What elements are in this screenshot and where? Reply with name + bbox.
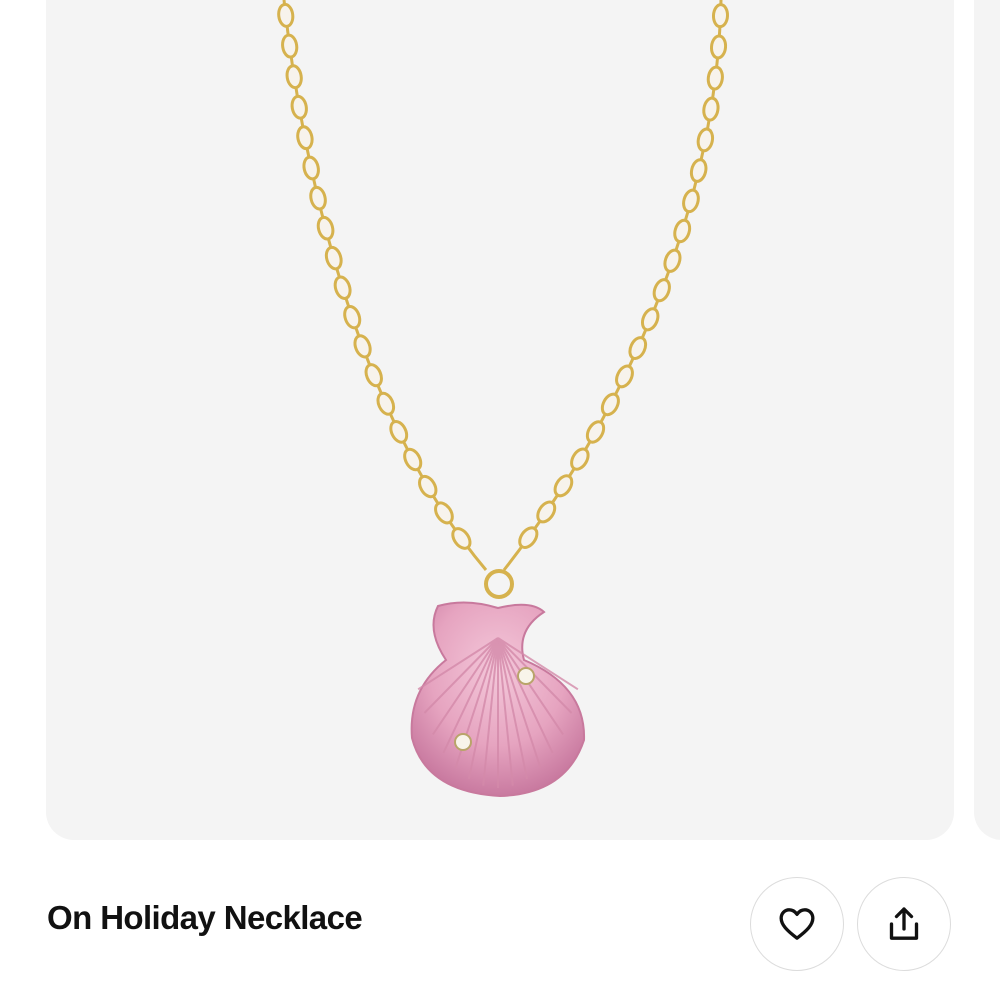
chain-stone bbox=[353, 334, 372, 359]
next-image-card[interactable] bbox=[974, 0, 1000, 840]
shell-pendant bbox=[410, 601, 586, 798]
chain-stone bbox=[277, 2, 295, 28]
chain-stone bbox=[615, 364, 634, 389]
chain-stone bbox=[518, 526, 539, 549]
chain-stone bbox=[296, 125, 314, 151]
favorite-button[interactable] bbox=[750, 877, 844, 971]
share-button[interactable] bbox=[857, 877, 951, 971]
chain-stone bbox=[281, 33, 299, 59]
necklace-chain-right bbox=[502, 0, 723, 571]
chain-stone bbox=[302, 155, 320, 181]
chain-stone bbox=[290, 94, 308, 120]
chain-stone bbox=[696, 127, 715, 153]
chain-stone bbox=[343, 305, 362, 330]
chain-stone bbox=[640, 307, 660, 332]
shell-crystal bbox=[454, 733, 472, 751]
chain-stone bbox=[285, 64, 303, 90]
chain-stone bbox=[403, 447, 423, 472]
chain-stone bbox=[364, 363, 383, 388]
product-image bbox=[277, 0, 730, 798]
chain-stone bbox=[536, 500, 557, 524]
chain-stone bbox=[682, 188, 700, 214]
jump-ring bbox=[484, 569, 514, 599]
chain-stone bbox=[628, 336, 648, 360]
share-icon bbox=[889, 907, 919, 940]
chain-stone bbox=[570, 447, 590, 471]
chain-stone bbox=[389, 419, 409, 444]
chain-stone bbox=[711, 3, 730, 29]
chain-stone bbox=[316, 215, 335, 241]
chain-stone bbox=[309, 185, 327, 211]
chain-stone bbox=[663, 248, 682, 273]
necklace-chain-left bbox=[282, 0, 488, 571]
product-image-card[interactable] bbox=[46, 0, 954, 840]
heart-icon bbox=[779, 908, 815, 940]
chain-stone bbox=[434, 501, 454, 525]
product-page: On Holiday Necklace bbox=[0, 0, 1000, 1000]
chain-stone bbox=[585, 420, 606, 444]
chain-stone bbox=[376, 391, 396, 416]
shell-crystal bbox=[517, 667, 535, 685]
chain-stone bbox=[418, 474, 438, 499]
chain-stone bbox=[702, 96, 720, 122]
necklace-stones bbox=[277, 2, 730, 550]
chain-stone bbox=[709, 34, 728, 60]
chain-stone bbox=[333, 275, 352, 300]
chain-stone bbox=[652, 278, 671, 303]
chain-stone bbox=[706, 65, 724, 91]
chain-stone bbox=[689, 158, 708, 183]
product-title: On Holiday Necklace bbox=[47, 899, 363, 936]
chain-stone bbox=[600, 392, 620, 417]
chain-stone bbox=[673, 218, 692, 244]
chain-stone bbox=[324, 245, 343, 271]
chain-stone bbox=[553, 474, 574, 498]
